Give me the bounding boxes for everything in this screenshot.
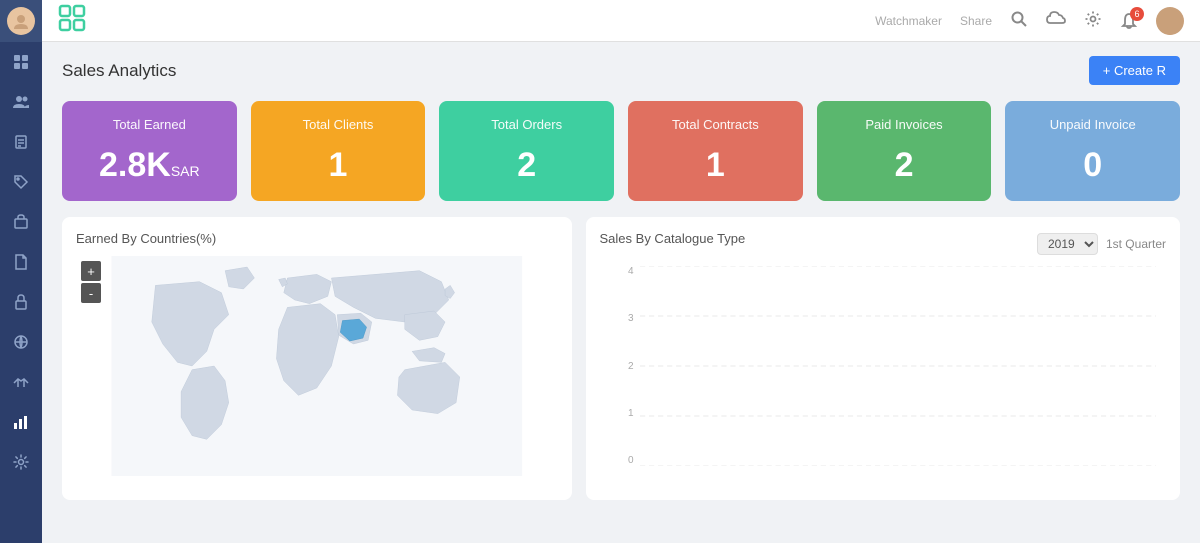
y-axis: 4 3 2 1 0 <box>600 266 640 466</box>
y-tick-0: 0 <box>628 455 634 466</box>
y-tick-3: 3 <box>628 313 634 324</box>
chart-inner: No. of Orders <box>640 266 1156 466</box>
page-title: Sales Analytics <box>62 61 176 81</box>
sidebar <box>0 0 42 543</box>
y-tick-2: 2 <box>628 361 634 372</box>
stat-card-total-orders[interactable]: Total Orders 2 <box>439 101 614 201</box>
notification-count: 6 <box>1130 7 1144 21</box>
stat-card-total-earned[interactable]: Total Earned 2.8KSAR <box>62 101 237 201</box>
stat-label-0: Total Earned <box>76 117 223 132</box>
stat-label-3: Total Contracts <box>642 117 789 132</box>
stat-card-total-contracts[interactable]: Total Contracts 1 <box>628 101 803 201</box>
bar-chart-container: 4 3 2 1 0 <box>600 266 1166 486</box>
map-container: + - <box>76 256 558 476</box>
stat-value-2: 2 <box>453 146 600 185</box>
stats-row: Total Earned 2.8KSAR Total Clients 1 Tot… <box>62 101 1180 201</box>
watchmaker-label: Watchmaker <box>875 14 942 28</box>
year-select[interactable]: 2019 <box>1037 233 1098 255</box>
sidebar-item-document[interactable] <box>0 242 42 282</box>
main-area: Watchmaker Share 6 Sales Analytics + Cr <box>42 0 1200 543</box>
sidebar-item-users[interactable] <box>0 82 42 122</box>
user-avatar-top[interactable] <box>1156 7 1184 35</box>
map-chart-title: Earned By Countries(%) <box>76 231 558 246</box>
user-avatar-small <box>7 7 35 35</box>
stat-value-1: 1 <box>265 146 412 185</box>
topbar-right: Watchmaker Share 6 <box>875 7 1184 35</box>
chart-header: Sales By Catalogue Type 2019 1st Quarter <box>600 231 1166 256</box>
sidebar-item-lock[interactable] <box>0 282 42 322</box>
map-zoom-in[interactable]: + <box>81 261 101 281</box>
topbar-left <box>58 4 86 38</box>
search-icon[interactable] <box>1010 10 1028 32</box>
sidebar-item-dashboard[interactable] <box>0 42 42 82</box>
stat-card-paid-invoices[interactable]: Paid Invoices 2 <box>817 101 992 201</box>
page-header: Sales Analytics + Create R <box>62 56 1180 85</box>
sidebar-item-handshake[interactable] <box>0 362 42 402</box>
share-label[interactable]: Share <box>960 14 992 28</box>
cloud-icon[interactable] <box>1046 10 1066 32</box>
stat-label-5: Unpaid Invoice <box>1019 117 1166 132</box>
sidebar-item-box[interactable] <box>0 202 42 242</box>
world-map-svg <box>76 256 558 476</box>
sidebar-logo[interactable] <box>0 0 42 42</box>
stat-label-4: Paid Invoices <box>831 117 978 132</box>
settings-icon[interactable] <box>1084 10 1102 32</box>
y-tick-1: 1 <box>628 408 634 419</box>
stat-label-2: Total Orders <box>453 117 600 132</box>
stat-label-1: Total Clients <box>265 117 412 132</box>
quarter-label: 1st Quarter <box>1106 237 1166 251</box>
sidebar-item-settings[interactable] <box>0 442 42 482</box>
sidebar-item-globe[interactable] <box>0 322 42 362</box>
sidebar-item-tag[interactable] <box>0 162 42 202</box>
create-button[interactable]: + Create R <box>1089 56 1180 85</box>
app-logo[interactable] <box>58 4 86 38</box>
map-controls: + - <box>81 261 101 303</box>
map-zoom-out[interactable]: - <box>81 283 101 303</box>
chart-controls: 2019 1st Quarter <box>1037 233 1166 255</box>
content-area: Sales Analytics + Create R Total Earned … <box>42 42 1200 543</box>
y-tick-4: 4 <box>628 266 634 277</box>
map-chart-card: Earned By Countries(%) + - <box>62 217 572 500</box>
stat-card-total-clients[interactable]: Total Clients 1 <box>251 101 426 201</box>
bar-chart-area: No. of Orders <box>640 266 1156 466</box>
sales-chart-title: Sales By Catalogue Type <box>600 231 746 246</box>
stat-card-unpaid-invoice[interactable]: Unpaid Invoice 0 <box>1005 101 1180 201</box>
sidebar-item-analytics[interactable] <box>0 402 42 442</box>
sales-chart-card: Sales By Catalogue Type 2019 1st Quarter… <box>586 217 1180 500</box>
notification-bell[interactable]: 6 <box>1120 12 1138 30</box>
sidebar-item-clipboard[interactable] <box>0 122 42 162</box>
stat-value-4: 2 <box>831 146 978 185</box>
stat-value-0: 2.8KSAR <box>76 146 223 185</box>
charts-row: Earned By Countries(%) + - <box>62 217 1180 500</box>
bar-chart-svg: No. of Orders <box>640 266 1156 466</box>
stat-value-3: 1 <box>642 146 789 185</box>
topbar: Watchmaker Share 6 <box>42 0 1200 42</box>
stat-value-5: 0 <box>1019 146 1166 185</box>
